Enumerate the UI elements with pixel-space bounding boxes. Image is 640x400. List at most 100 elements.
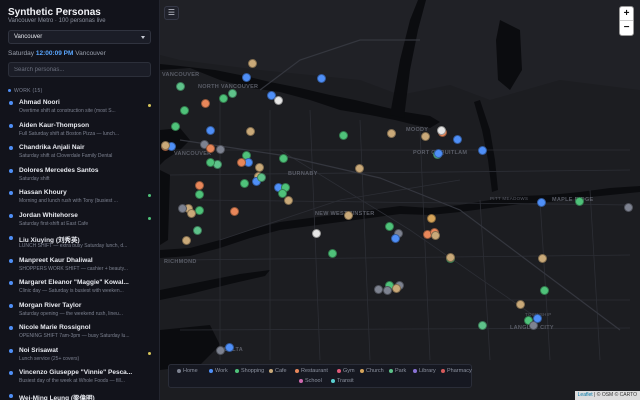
persona-item[interactable]: Noi Srisawat Lunch service (25+ covers) xyxy=(0,344,159,366)
persona-marker[interactable] xyxy=(387,129,396,138)
persona-item[interactable]: Hassan Khoury Morning and lunch rush with… xyxy=(0,186,159,208)
zoom-control: + − xyxy=(619,6,634,36)
persona-marker[interactable] xyxy=(182,236,191,245)
persona-item[interactable]: Chandrika Anjali Nair Saturday shift at C… xyxy=(0,141,159,163)
persona-marker[interactable] xyxy=(575,197,584,206)
persona-marker[interactable] xyxy=(355,164,364,173)
persona-marker[interactable] xyxy=(240,179,249,188)
persona-marker[interactable] xyxy=(248,59,257,68)
persona-marker[interactable] xyxy=(279,154,288,163)
leaflet-link[interactable]: Leaflet xyxy=(578,392,593,398)
persona-marker[interactable] xyxy=(195,190,204,199)
persona-marker[interactable] xyxy=(434,149,443,158)
region-select[interactable]: Vancouver xyxy=(8,30,151,44)
persona-marker[interactable] xyxy=(216,145,225,154)
persona-activity: Saturday shift at Cloverdale Family Dent… xyxy=(19,153,113,159)
zoom-out-button[interactable]: − xyxy=(620,21,633,35)
persona-marker[interactable] xyxy=(537,198,546,207)
region-select-value: Vancouver xyxy=(14,34,43,40)
persona-item[interactable]: Dolores Mercedes Santos Saturday shift xyxy=(0,164,159,186)
legend-dot-icon xyxy=(389,368,393,373)
persona-marker[interactable] xyxy=(278,189,287,198)
persona-item[interactable]: Margaret Eleanor "Maggie" Kowal... Clinic… xyxy=(0,276,159,298)
legend-label: Shopping xyxy=(241,368,265,374)
persona-marker[interactable] xyxy=(274,96,283,105)
persona-marker[interactable] xyxy=(246,127,255,136)
persona-marker[interactable] xyxy=(206,126,215,135)
persona-marker[interactable] xyxy=(478,321,487,330)
persona-marker[interactable] xyxy=(195,181,204,190)
persona-marker[interactable] xyxy=(257,173,266,182)
persona-marker[interactable] xyxy=(385,222,394,231)
persona-marker[interactable] xyxy=(446,253,455,262)
persona-marker[interactable] xyxy=(374,285,383,294)
work-dot-icon xyxy=(9,371,13,375)
legend-label: Restaurant xyxy=(301,368,328,374)
work-dot-icon xyxy=(9,101,13,105)
map[interactable]: VANCOUVER NORTH VANCOUVER MOODY PORT COQUIT… xyxy=(160,0,640,400)
persona-name: Margaret Eleanor "Maggie" Kowal... xyxy=(19,279,129,286)
persona-marker[interactable] xyxy=(219,94,228,103)
persona-item[interactable]: Morgan River Taylor Saturday opening — th… xyxy=(0,299,159,321)
zoom-in-button[interactable]: + xyxy=(620,7,633,21)
persona-activity: Saturday first-shift at East Cafe xyxy=(19,220,89,227)
group-header-work[interactable]: WORK (15) xyxy=(8,88,43,94)
map-place-label: Pitt Meadows xyxy=(490,196,529,201)
persona-item[interactable]: Aiden Kaur-Thompson Full Saturday shift a… xyxy=(0,119,159,141)
persona-marker[interactable] xyxy=(540,286,549,295)
persona-item[interactable]: Ahmad Noori Overtime shift at constructio… xyxy=(0,96,159,118)
persona-marker[interactable] xyxy=(344,211,353,220)
persona-name: Hassan Khoury xyxy=(19,189,67,196)
persona-marker[interactable] xyxy=(516,300,525,309)
persona-item[interactable]: Jordan Whitehorse Saturday first-shift at… xyxy=(0,209,159,231)
search-input[interactable] xyxy=(8,62,151,77)
persona-activity: Overtime shift at construction site (mos… xyxy=(19,108,116,114)
persona-marker[interactable] xyxy=(178,204,187,213)
persona-marker[interactable] xyxy=(383,286,392,295)
persona-marker[interactable] xyxy=(193,226,202,235)
persona-marker[interactable] xyxy=(538,254,547,263)
persona-marker[interactable] xyxy=(478,146,487,155)
persona-item[interactable]: Nicole Marie Rossignol OPENING SHIFT 7am-… xyxy=(0,321,159,343)
persona-marker[interactable] xyxy=(230,207,239,216)
persona-marker[interactable] xyxy=(392,284,401,293)
persona-marker[interactable] xyxy=(206,144,215,153)
persona-marker[interactable] xyxy=(391,234,400,243)
persona-marker[interactable] xyxy=(176,82,185,91)
persona-marker[interactable] xyxy=(437,126,446,135)
persona-marker[interactable] xyxy=(180,106,189,115)
persona-marker[interactable] xyxy=(237,158,246,167)
persona-marker[interactable] xyxy=(421,132,430,141)
persona-marker[interactable] xyxy=(187,209,196,218)
persona-marker[interactable] xyxy=(317,74,326,83)
persona-marker[interactable] xyxy=(431,231,440,240)
persona-marker[interactable] xyxy=(328,249,337,258)
persona-marker[interactable] xyxy=(284,196,293,205)
persona-marker[interactable] xyxy=(427,214,436,223)
persona-marker[interactable] xyxy=(171,122,180,131)
persona-marker[interactable] xyxy=(339,131,348,140)
persona-marker[interactable] xyxy=(624,203,633,212)
persona-marker[interactable] xyxy=(195,206,204,215)
clock-row: Saturday 12:00:09 PM Vancouver xyxy=(8,50,106,57)
persona-marker[interactable] xyxy=(312,229,321,238)
persona-marker[interactable] xyxy=(453,135,462,144)
persona-item[interactable]: Wei-Ming Leung (梁偉明) xyxy=(0,389,159,400)
persona-item[interactable]: Liu Xiuying (刘秀英) LUNCH SHIFT — extra bus… xyxy=(0,231,159,253)
persona-marker[interactable] xyxy=(242,73,251,82)
persona-marker[interactable] xyxy=(255,163,264,172)
persona-marker[interactable] xyxy=(225,343,234,352)
persona-marker[interactable] xyxy=(228,89,237,98)
persona-item[interactable]: Manpreet Kaur Dhaliwal SHOPPERS WORK SHIF… xyxy=(0,254,159,276)
menu-button[interactable]: ☰ xyxy=(164,6,179,20)
work-dot-icon xyxy=(9,123,13,128)
persona-marker[interactable] xyxy=(161,141,170,150)
persona-item[interactable]: Vincenzo Giuseppe "Vinnie" Pesca... Busie… xyxy=(0,366,159,388)
persona-marker[interactable] xyxy=(216,346,225,355)
legend-label: Pharmacy xyxy=(447,368,472,374)
persona-marker[interactable] xyxy=(201,99,210,108)
persona-name: Ahmad Noori xyxy=(19,99,60,106)
persona-marker[interactable] xyxy=(533,314,542,323)
persona-marker[interactable] xyxy=(206,158,215,167)
group-label: WORK (15) xyxy=(14,88,43,94)
